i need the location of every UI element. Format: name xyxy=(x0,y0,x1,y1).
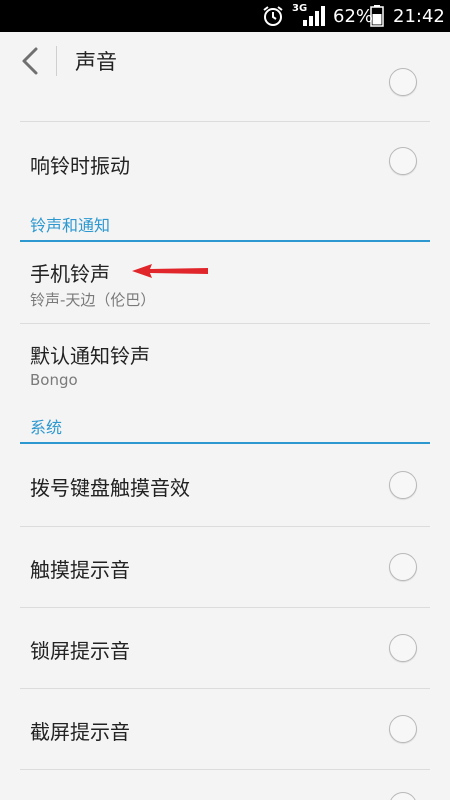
setting-default-notification[interactable]: 默认通知铃声 Bongo xyxy=(0,324,450,410)
screen: 3G 62% 21:42 声音 响铃时振动 铃声和通知 手机铃声 铃声-天边（伦… xyxy=(0,0,450,800)
app-bar-divider xyxy=(56,46,57,76)
setting-screenshot-sound[interactable]: 截屏提示音 xyxy=(0,689,450,770)
setting-value: Bongo xyxy=(30,371,78,389)
setting-dial-pad-sound[interactable]: 拨号键盘触摸音效 xyxy=(0,444,450,527)
screenshot-sound-toggle[interactable] xyxy=(389,715,417,743)
clock: 21:42 xyxy=(393,6,445,27)
setting-label: 手机铃声 xyxy=(30,262,110,286)
setting-touch-sound[interactable]: 触摸提示音 xyxy=(0,527,450,608)
alarm-icon xyxy=(263,6,283,26)
back-chevron-icon[interactable] xyxy=(16,46,46,76)
lock-sound-toggle[interactable] xyxy=(389,634,417,662)
section-title: 铃声和通知 xyxy=(30,216,111,235)
list-item-partial[interactable] xyxy=(0,770,450,800)
annotation-arrow-icon xyxy=(132,264,208,278)
toggle-circle[interactable] xyxy=(389,68,417,96)
signal-icon xyxy=(303,6,325,26)
touch-sound-toggle[interactable] xyxy=(389,553,417,581)
battery-icon xyxy=(370,5,384,27)
setting-label: 截屏提示音 xyxy=(30,720,130,744)
setting-label: 触摸提示音 xyxy=(30,558,130,582)
setting-label: 响铃时振动 xyxy=(30,154,130,178)
dial-pad-sound-toggle[interactable] xyxy=(389,471,417,499)
section-ringtones: 铃声和通知 xyxy=(0,210,450,242)
section-system: 系统 xyxy=(0,412,450,444)
list-item-partial[interactable] xyxy=(0,68,450,122)
setting-lock-sound[interactable]: 锁屏提示音 xyxy=(0,608,450,689)
status-bar: 3G 62% 21:42 xyxy=(0,0,450,32)
setting-phone-ringtone[interactable]: 手机铃声 铃声-天边（伦巴） xyxy=(0,242,450,324)
page-title: 声音 xyxy=(75,50,117,74)
setting-label: 默认通知铃声 xyxy=(30,344,150,368)
setting-ring-vibrate[interactable]: 响铃时振动 xyxy=(0,122,450,202)
setting-label: 拨号键盘触摸音效 xyxy=(30,476,190,500)
toggle-circle[interactable] xyxy=(389,792,417,800)
ring-vibrate-toggle[interactable] xyxy=(389,147,417,175)
section-title: 系统 xyxy=(30,418,63,437)
setting-label: 锁屏提示音 xyxy=(30,639,130,663)
battery-percent: 62% xyxy=(333,6,374,27)
setting-value: 铃声-天边（伦巴） xyxy=(30,291,156,309)
